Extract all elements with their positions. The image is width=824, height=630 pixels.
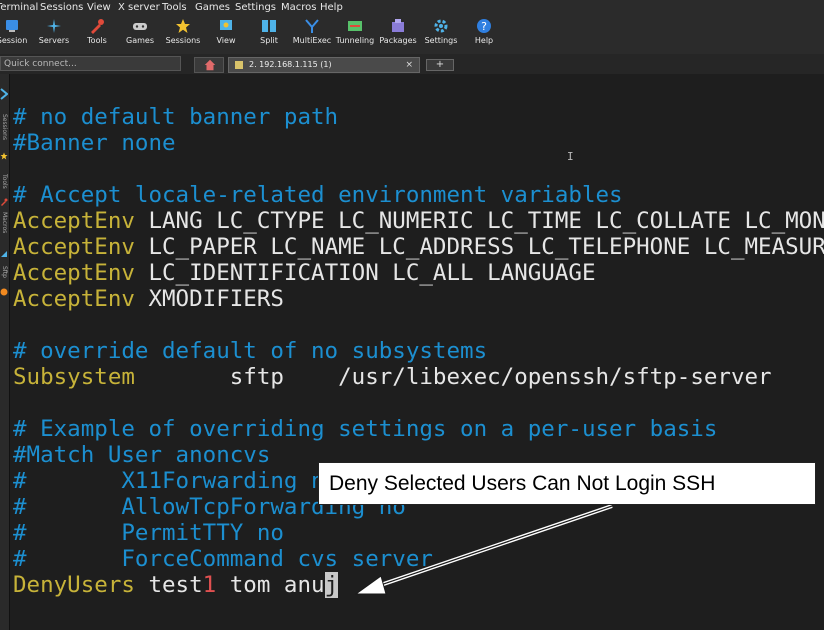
terminal-area[interactable]: # no default banner path #Banner none # Ac… [10,74,824,630]
terminal-text: # PermitTTY no [13,520,284,546]
menu-macros[interactable]: Macros [281,2,316,13]
view-icon [220,20,232,30]
tools-icon [1,198,8,206]
session-icon [6,20,18,32]
side-panel: Sessions Tools Macros Sftp [0,74,10,630]
terminal-text: #Banner none [13,130,176,156]
terminal-text: AcceptEnv [13,260,135,286]
menu-terminal[interactable]: Terminal [0,2,38,13]
chevron-right-icon [0,88,8,100]
terminal-text: AcceptEnv [13,234,135,260]
text-cursor-icon: I [567,150,574,163]
servers-icon [47,19,61,33]
menu-view[interactable]: View [87,2,111,13]
gear-icon [434,19,448,33]
tab-session-label: 2. 192.168.1.115 (1) [249,60,332,69]
terminal-line: # no default banner path [13,104,338,130]
terminal-line: #Match User anoncvs [13,442,270,468]
terminal-line: DenyUsers test1 tom anuj [13,572,339,598]
home-icon [204,59,216,71]
sidebar-tab-sessions[interactable]: Sessions [1,114,8,140]
terminal-line: # override default of no subsystems [13,338,487,364]
split-icon [262,20,276,32]
terminal-line: Subsystem sftp /usr/libexec/openssh/sftp… [13,364,772,390]
star-icon [0,152,8,160]
terminal-text: AcceptEnv [13,286,135,312]
menu-settings[interactable]: Settings [235,2,276,13]
menu-sessions[interactable]: Sessions [40,2,83,13]
terminal-text: # ForceCommand cvs server [13,546,433,572]
terminal-text: AcceptEnv [13,208,135,234]
terminal-line: # ForceCommand cvs server [13,546,433,572]
multiexec-icon [305,19,319,33]
menu-games[interactable]: Games [195,2,230,13]
terminal-line: AcceptEnv LANG LC_CTYPE LC_NUMERIC LC_TI… [13,208,824,234]
terminal-text: 1 [202,572,217,598]
terminal-text: # no default banner path [13,104,339,130]
tab-session-ssh[interactable]: 2. 192.168.1.115 (1) × [228,57,420,73]
terminal-text: Subsystem [13,364,135,390]
terminal-text: LC_IDENTIFICATION LC_ALL LANGUAGE [134,260,596,286]
menu-bar: Terminal Sessions View X server Tools Ga… [0,0,824,16]
terminal-text: # Accept locale-related environment vari… [13,182,623,208]
terminal-line: # Example of overriding settings on a pe… [13,416,717,442]
menu-help[interactable]: Help [320,2,343,13]
terminal-line: # PermitTTY no [13,520,284,546]
close-icon[interactable]: × [405,58,413,72]
terminal-text: # Example of overriding settings on a pe… [13,416,718,442]
terminal-line: # X11Forwarding no [13,468,338,494]
terminal-text: #Match User anoncvs [13,442,271,468]
sidebar-tab-macros[interactable]: Macros [1,212,8,233]
games-icon [133,23,147,30]
terminal-tab-icon [235,61,243,69]
sidebar-tab-tools[interactable]: Tools [1,174,8,189]
tools-icon [91,19,104,34]
terminal-cursor: j [324,572,339,598]
terminal-text: # override default of no subsystems [13,338,488,364]
terminal-text: test [134,572,203,598]
tunneling-icon [348,21,362,31]
annotation-callout: Deny Selected Users Can Not Login SSH [318,462,816,505]
terminal-text: # X11Forwarding no [13,468,339,494]
terminal-line: AcceptEnv LC_IDENTIFICATION LC_ALL LANGU… [13,260,596,286]
home-tab[interactable] [194,57,224,73]
menu-tools[interactable]: Tools [162,2,187,13]
terminal-line: AcceptEnv LC_PAPER LC_NAME LC_ADDRESS LC… [13,234,824,260]
terminal-text: DenyUsers [13,572,135,598]
star-icon [176,19,190,33]
terminal-text: LANG LC_CTYPE LC_NUMERIC LC_TIME LC_COLL… [148,208,824,234]
help-label: Help [474,36,494,45]
sidebar-tab-sftp[interactable]: Sftp [1,266,8,278]
terminal-text: sftp /usr/libexec/openssh/sftp-server [134,364,772,390]
terminal-text: LC_PAPER LC_NAME LC_ADDRESS LC_TELEPHONE… [134,234,824,260]
callout-text: Deny Selected Users Can Not Login SSH [329,472,716,495]
packages-icon [392,19,404,32]
terminal-text: tom anu [216,572,325,598]
terminal-line: #Banner none [13,130,176,156]
macros-icon [1,251,7,257]
terminal-text: XMODIFIERS [134,286,284,312]
tab-bar: Quick connect... 2. 192.168.1.115 (1) × … [0,54,824,74]
menu-x-server[interactable]: X server [118,2,160,13]
toolbar: Session Servers Tools Games Sessions Vie… [0,16,824,55]
new-tab-button[interactable]: + [426,59,454,71]
quick-connect-input[interactable]: Quick connect... [0,56,181,71]
svg-text:?: ? [481,20,487,33]
help-icon: ? [477,19,491,33]
terminal-line: # Accept locale-related environment vari… [13,182,623,208]
help-button[interactable]: ? Help [459,18,509,45]
sftp-icon [0,288,8,296]
terminal-line: AcceptEnv XMODIFIERS [13,286,284,312]
